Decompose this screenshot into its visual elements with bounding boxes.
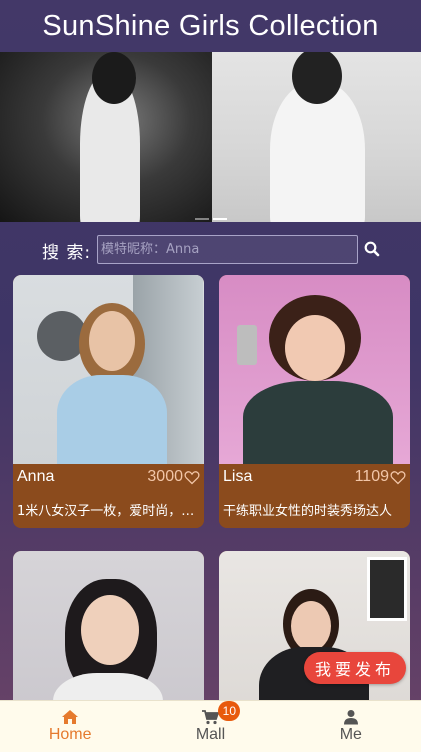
banner-carousel[interactable] bbox=[0, 52, 421, 222]
search-bar: 搜 索: bbox=[0, 232, 421, 266]
model-photo bbox=[13, 275, 204, 464]
person-icon bbox=[343, 710, 358, 725]
page-title: SunShine Girls Collection bbox=[42, 9, 379, 42]
cart-badge: 10 bbox=[218, 701, 241, 721]
home-icon bbox=[62, 710, 79, 724]
tab-home[interactable]: Home bbox=[0, 701, 140, 752]
heart-icon[interactable] bbox=[390, 470, 406, 485]
tab-mall[interactable]: Mall 10 bbox=[140, 701, 280, 752]
bottom-tabbar: Home Mall 10 Me bbox=[0, 700, 421, 752]
model-card[interactable]: Anna 3000 1米八女汉子一枚，爱时尚，爱生活 bbox=[13, 275, 204, 528]
model-description: 1米八女汉子一枚，爱时尚，爱生活 bbox=[17, 504, 199, 519]
app-header: SunShine Girls Collection bbox=[0, 0, 421, 52]
like-count-value: 3000 bbox=[147, 468, 183, 485]
tab-label: Home bbox=[48, 726, 92, 743]
cart-icon bbox=[202, 710, 220, 725]
card-meta: Lisa 1109 干练职业女性的时装秀场达人 bbox=[219, 464, 410, 528]
model-photo bbox=[219, 275, 410, 464]
carousel-indicator bbox=[0, 218, 421, 220]
search-label: 搜 索: bbox=[42, 243, 92, 263]
like-count-value: 1109 bbox=[354, 468, 389, 485]
search-input[interactable] bbox=[97, 235, 358, 264]
tab-me[interactable]: Me bbox=[281, 701, 421, 752]
model-name: Lisa bbox=[223, 468, 253, 485]
like-count: 1109 bbox=[355, 468, 406, 486]
banner-image-2 bbox=[212, 52, 421, 222]
tab-label: Mall bbox=[195, 726, 226, 743]
model-description: 干练职业女性的时装秀场达人 bbox=[223, 504, 393, 519]
card-meta: Anna 3000 1米八女汉子一枚，爱时尚，爱生活 bbox=[13, 464, 204, 528]
banner-image-1 bbox=[0, 52, 212, 222]
tab-label: Me bbox=[339, 726, 362, 743]
publish-button[interactable]: 我要发布 bbox=[304, 652, 406, 684]
heart-icon[interactable] bbox=[184, 470, 200, 485]
search-icon[interactable] bbox=[363, 240, 381, 258]
model-card[interactable]: Lisa 1109 干练职业女性的时装秀场达人 bbox=[219, 275, 410, 528]
carousel-dot-active[interactable] bbox=[212, 218, 227, 220]
like-count: 3000 bbox=[147, 468, 200, 486]
model-name: Anna bbox=[17, 468, 55, 485]
carousel-dot[interactable] bbox=[194, 218, 209, 220]
